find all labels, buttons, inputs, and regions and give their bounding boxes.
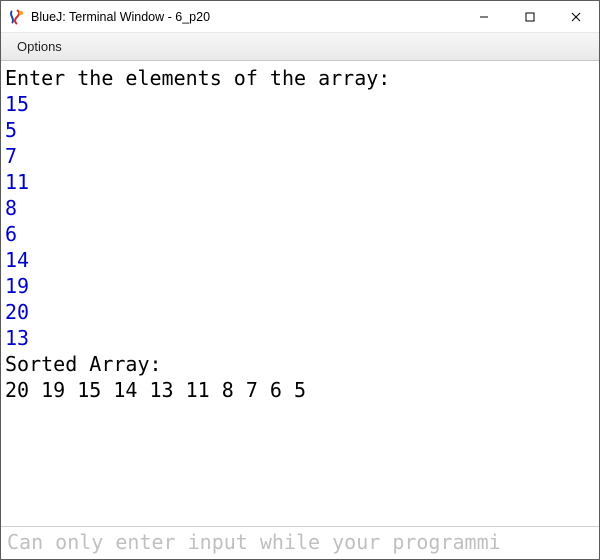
terminal-line-input: 8 [5, 195, 595, 221]
minimize-button[interactable] [461, 1, 507, 32]
terminal-line-input: 11 [5, 169, 595, 195]
terminal-line-input: 20 [5, 299, 595, 325]
terminal-line-input: 14 [5, 247, 595, 273]
title-bar: BlueJ: Terminal Window - 6_p20 [1, 1, 599, 33]
terminal-line-input: 7 [5, 143, 595, 169]
window-controls [461, 1, 599, 32]
terminal-line-output: Enter the elements of the array: [5, 65, 595, 91]
terminal-line-input: 15 [5, 91, 595, 117]
terminal-output: Enter the elements of the array:15571186… [1, 61, 599, 526]
terminal-line-input: 13 [5, 325, 595, 351]
terminal-line-input: 6 [5, 221, 595, 247]
terminal-line-input: 19 [5, 273, 595, 299]
bluej-icon [9, 9, 25, 25]
menu-options[interactable]: Options [7, 36, 72, 57]
terminal-input-bar [1, 526, 599, 559]
maximize-button[interactable] [507, 1, 553, 32]
terminal-line-output: 20 19 15 14 13 11 8 7 6 5 [5, 377, 595, 403]
menu-bar: Options [1, 33, 599, 61]
terminal-input[interactable] [5, 529, 595, 555]
terminal-line-output: Sorted Array: [5, 351, 595, 377]
terminal-line-input: 5 [5, 117, 595, 143]
close-button[interactable] [553, 1, 599, 32]
window-title: BlueJ: Terminal Window - 6_p20 [31, 10, 461, 24]
